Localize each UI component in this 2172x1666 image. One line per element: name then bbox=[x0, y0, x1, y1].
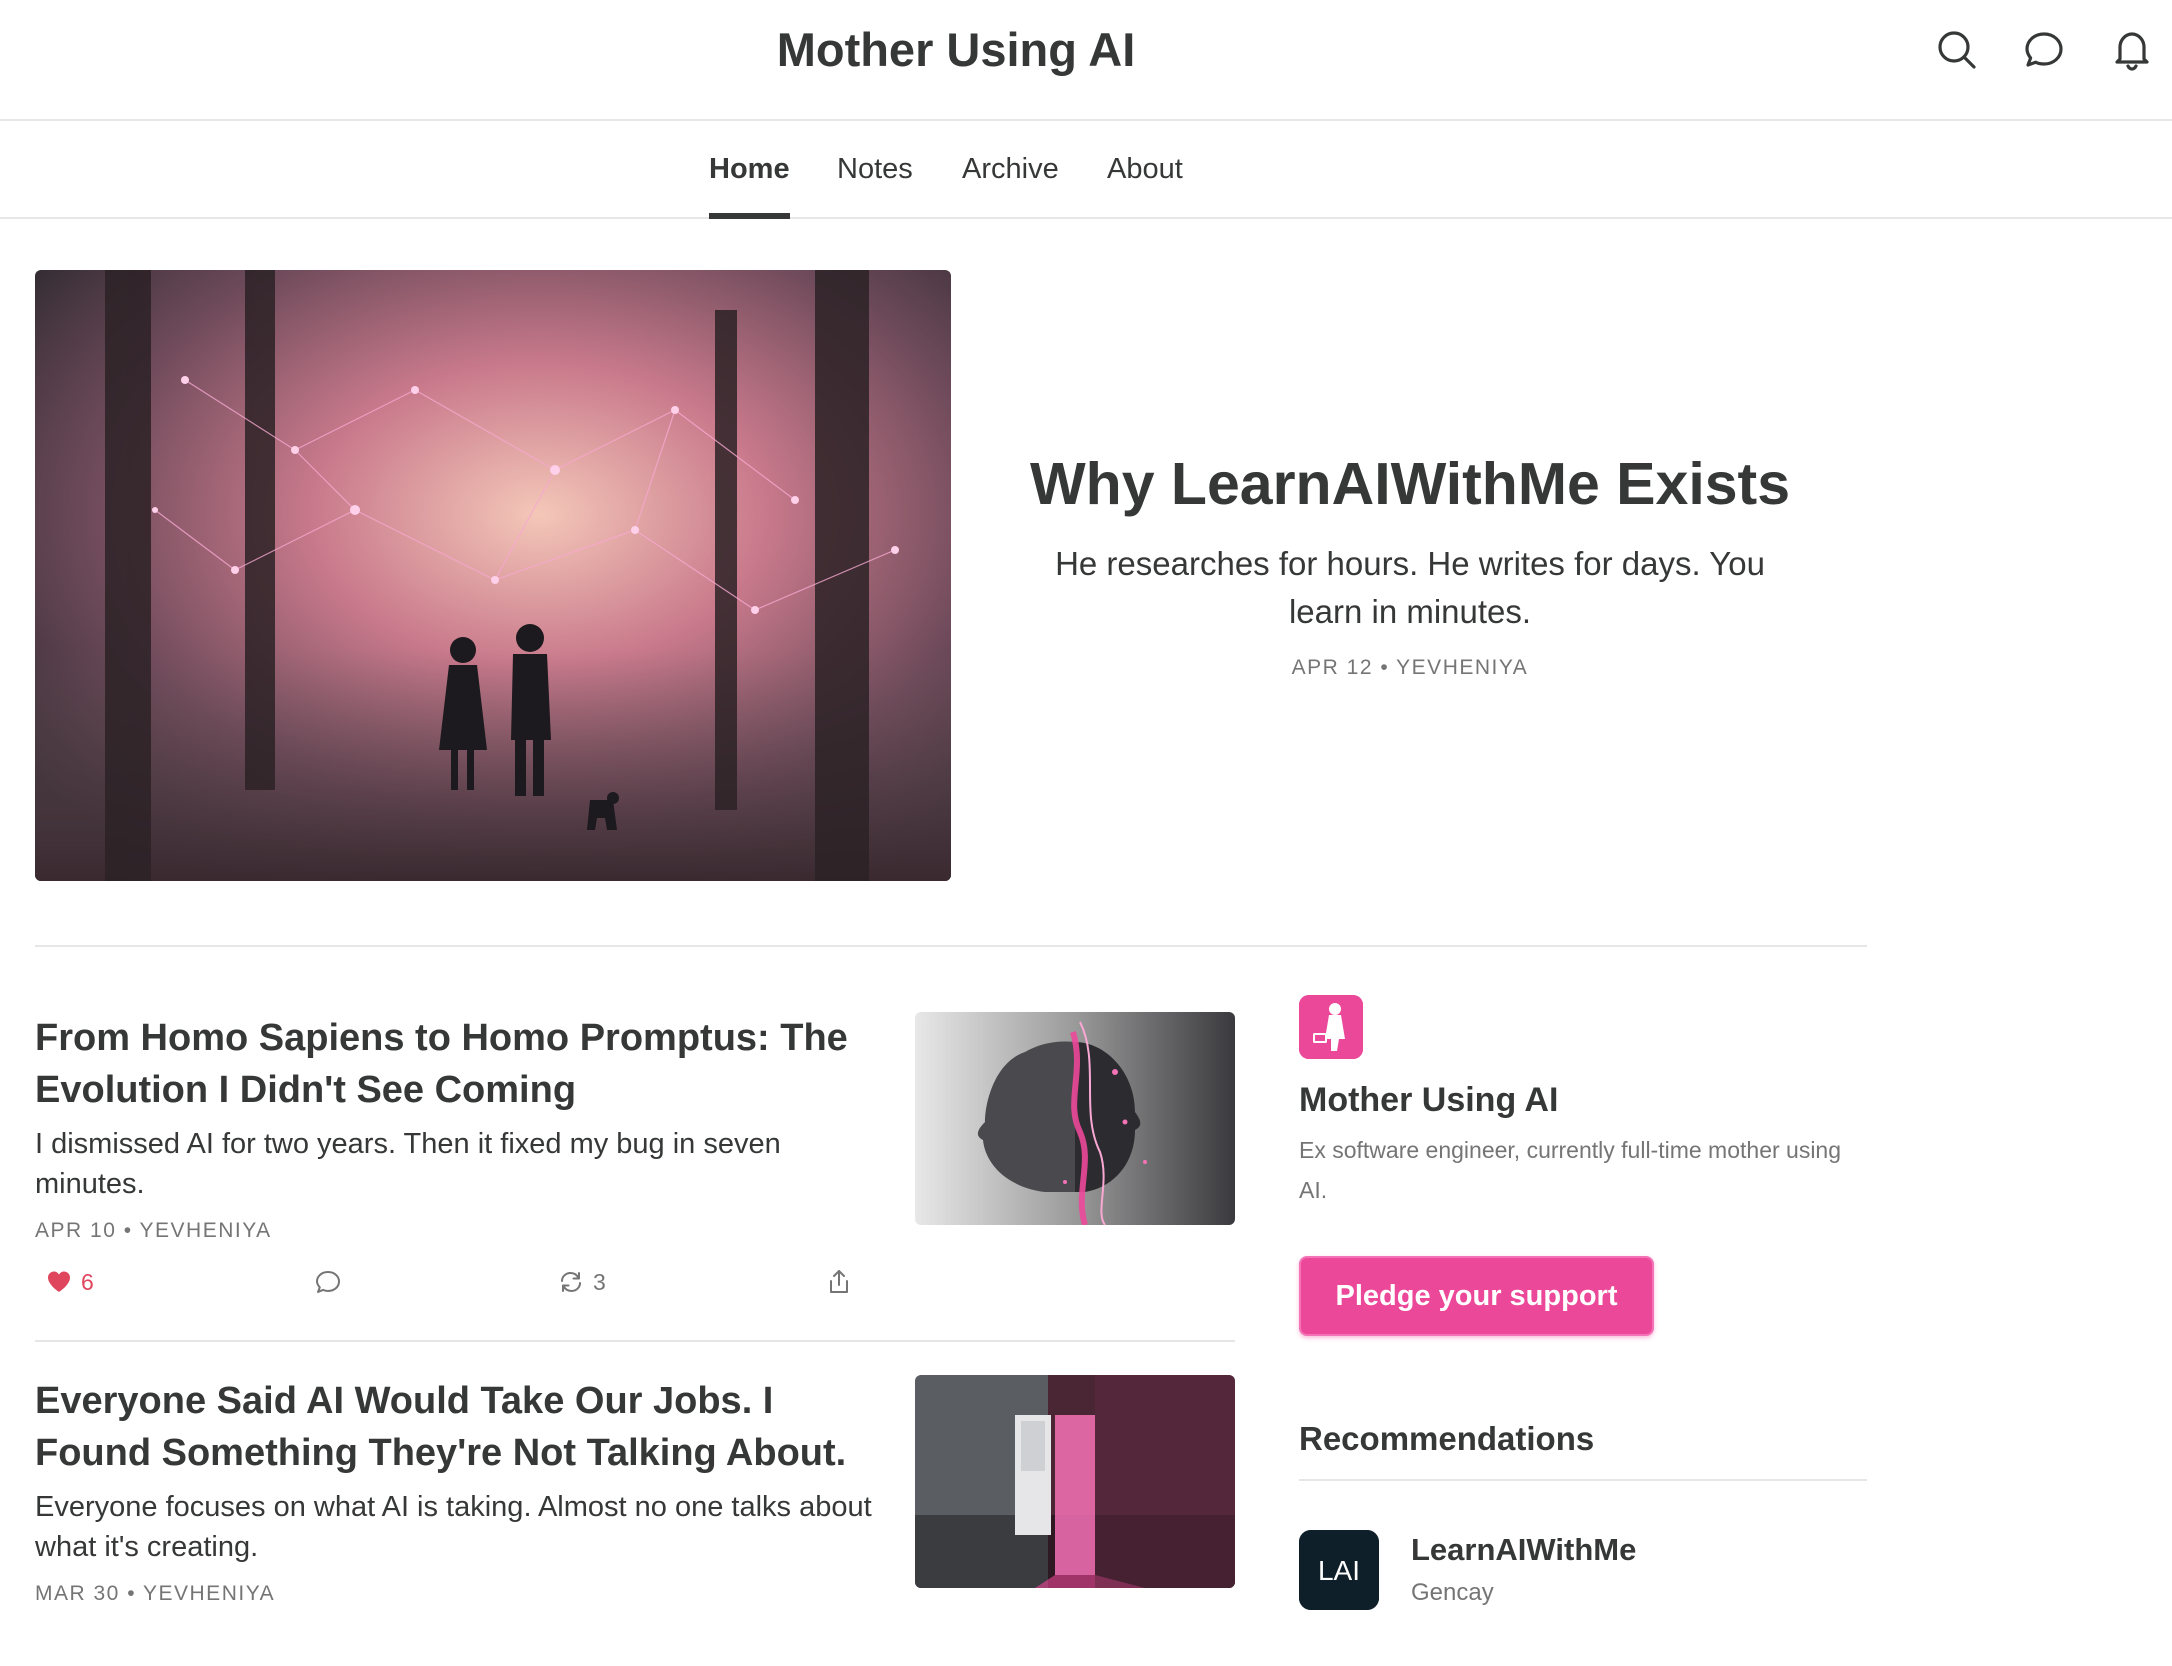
heart-icon bbox=[48, 1271, 70, 1292]
featured-post-meta: APR 12 • YEVHENIYA bbox=[1291, 656, 1529, 679]
post-subtitle: I dismissed AI for two years. Then it fi… bbox=[35, 1128, 781, 1200]
like-count: 6 bbox=[81, 1268, 94, 1295]
recommendation-logo[interactable]: LAI bbox=[1299, 1530, 1379, 1610]
share-button[interactable] bbox=[825, 1262, 853, 1302]
featured-post-subtitle: He researches for hours. He writes for d… bbox=[1055, 545, 1765, 630]
search-icon[interactable] bbox=[1935, 28, 1979, 72]
site-title[interactable]: Mother Using AI bbox=[0, 22, 1912, 77]
tab-home[interactable]: Home bbox=[709, 153, 790, 219]
share-icon bbox=[830, 1270, 848, 1293]
publication-logo[interactable] bbox=[1299, 995, 1363, 1059]
restack-button[interactable]: 3 bbox=[557, 1262, 606, 1302]
pledge-support-button[interactable]: Pledge your support bbox=[1299, 1256, 1654, 1336]
tab-notes[interactable]: Notes bbox=[837, 153, 913, 219]
recommendation-author: Gencay bbox=[1411, 1579, 1494, 1606]
comment-icon bbox=[316, 1271, 340, 1293]
comment-button[interactable] bbox=[314, 1262, 342, 1302]
top-bar: Mother Using AI bbox=[0, 0, 2172, 121]
featured-post-title[interactable]: Why LearnAIWithMe Exists bbox=[960, 450, 1860, 518]
restack-icon bbox=[561, 1272, 581, 1292]
chat-icon[interactable] bbox=[2022, 28, 2066, 72]
divider bbox=[35, 1340, 1235, 1342]
tab-about[interactable]: About bbox=[1107, 153, 1183, 219]
like-button[interactable]: 6 bbox=[45, 1262, 94, 1302]
post-meta: MAR 30 • YEVHENIYA bbox=[35, 1582, 276, 1605]
divider bbox=[1299, 1479, 1867, 1481]
publication-name[interactable]: Mother Using AI bbox=[1299, 1081, 1558, 1120]
post-meta: APR 10 • YEVHENIYA bbox=[35, 1219, 272, 1242]
post-thumbnail[interactable] bbox=[915, 1375, 1235, 1588]
post-card: Everyone Said AI Would Take Our Jobs. I … bbox=[35, 1375, 1235, 1615]
publication-description: Ex software engineer, currently full-tim… bbox=[1299, 1137, 1842, 1203]
post-subtitle: Everyone focuses on what AI is taking. A… bbox=[35, 1491, 872, 1563]
post-title[interactable]: From Homo Sapiens to Homo Promptus: The … bbox=[35, 1012, 885, 1116]
restack-count: 3 bbox=[593, 1268, 606, 1295]
post-thumbnail[interactable] bbox=[915, 1012, 1235, 1225]
recommendation-logo-text: LAI bbox=[1318, 1555, 1360, 1586]
recommendation-name[interactable]: LearnAIWithMe bbox=[1411, 1532, 1636, 1568]
bell-icon[interactable] bbox=[2110, 28, 2154, 72]
featured-post-image[interactable] bbox=[35, 270, 951, 881]
tab-archive[interactable]: Archive bbox=[962, 153, 1059, 219]
post-card: From Homo Sapiens to Homo Promptus: The … bbox=[35, 1012, 1235, 1332]
post-actions: 6 3 bbox=[35, 1262, 855, 1302]
divider bbox=[35, 945, 1867, 947]
nav-bar: Home Notes Archive About bbox=[0, 121, 2172, 219]
post-title[interactable]: Everyone Said AI Would Take Our Jobs. I … bbox=[35, 1375, 885, 1479]
recommendations-heading: Recommendations bbox=[1299, 1420, 1595, 1457]
